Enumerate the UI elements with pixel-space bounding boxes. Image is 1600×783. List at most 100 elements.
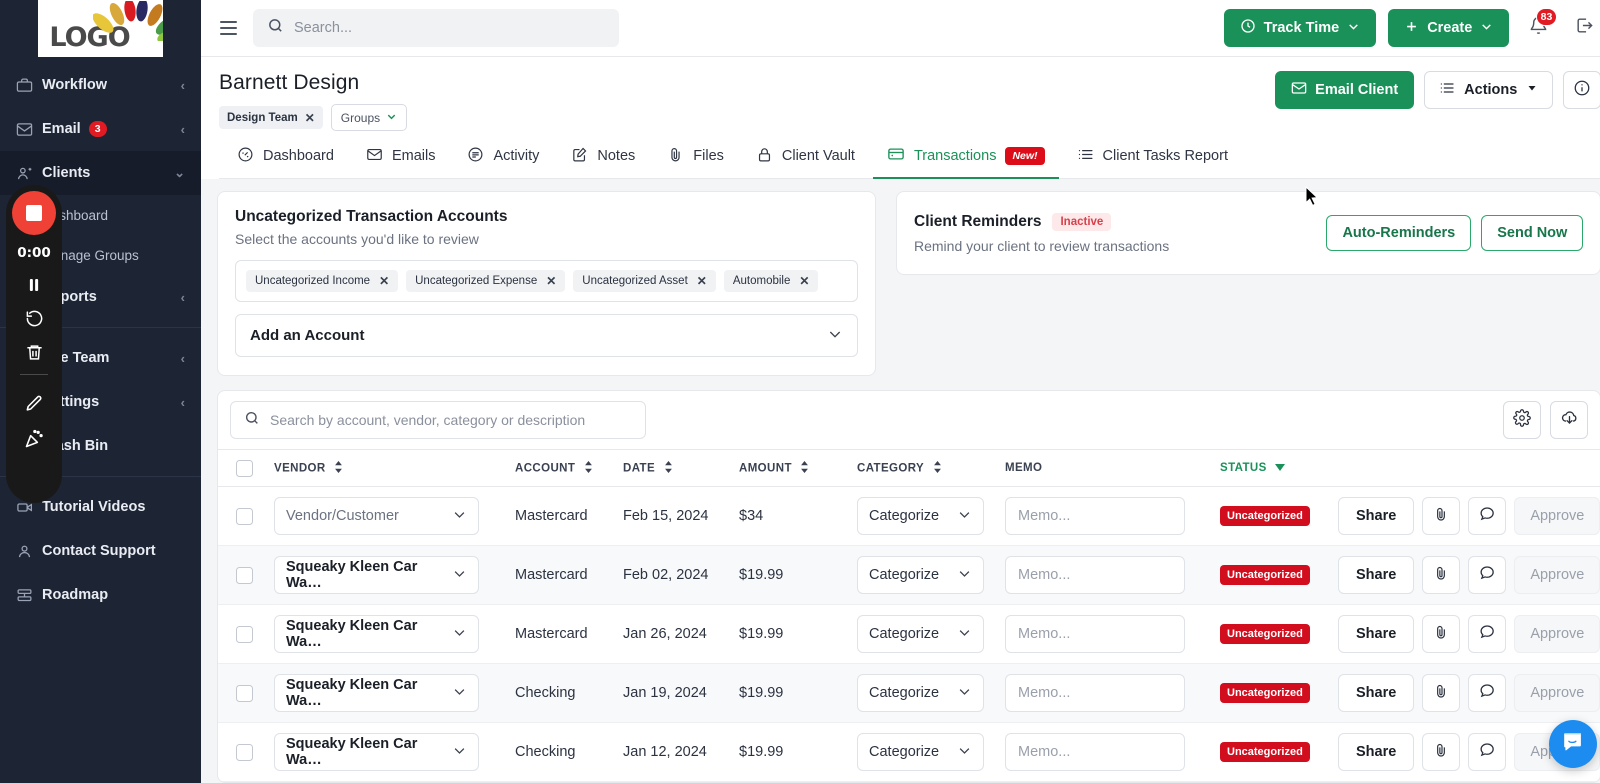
- approve-button[interactable]: Approve: [1514, 556, 1600, 594]
- screen-recorder-widget[interactable]: 0:00: [6, 185, 62, 503]
- sidebar-item-roadmap[interactable]: Roadmap: [0, 573, 201, 617]
- category-select[interactable]: Categorize: [857, 674, 984, 712]
- memo-input[interactable]: [1005, 497, 1185, 535]
- restart-recording-button[interactable]: [25, 309, 44, 328]
- column-account[interactable]: ACCOUNT: [515, 460, 623, 476]
- approve-button[interactable]: Approve: [1514, 497, 1600, 535]
- share-button[interactable]: Share: [1338, 615, 1415, 653]
- table-row[interactable]: Squeaky Kleen Car Wa… Checking Jan 12, 2…: [218, 723, 1600, 782]
- row-checkbox[interactable]: [235, 566, 253, 584]
- account-token[interactable]: Uncategorized Asset ✕: [573, 270, 716, 292]
- comment-button[interactable]: [1468, 674, 1507, 712]
- category-select[interactable]: Categorize: [857, 615, 984, 653]
- memo-input[interactable]: [1005, 556, 1185, 594]
- close-icon[interactable]: ✕: [379, 274, 389, 288]
- vendor-select[interactable]: Squeaky Kleen Car Wa…: [274, 615, 479, 653]
- track-time-button[interactable]: Track Time: [1223, 9, 1377, 47]
- delete-recording-button[interactable]: [25, 343, 44, 362]
- select-all-checkbox[interactable]: [235, 459, 253, 477]
- tab-client-tasks-report[interactable]: Client Tasks Report: [1063, 145, 1242, 178]
- info-button[interactable]: [1563, 71, 1600, 109]
- row-checkbox[interactable]: [235, 625, 253, 643]
- attach-button[interactable]: [1422, 733, 1461, 771]
- tab-dashboard[interactable]: Dashboard: [223, 145, 348, 178]
- comment-button[interactable]: [1468, 497, 1507, 535]
- pause-recording-button[interactable]: [25, 276, 43, 294]
- table-search[interactable]: [230, 401, 646, 439]
- tab-transactions[interactable]: Transactions New!: [872, 145, 1059, 179]
- vendor-select[interactable]: Squeaky Kleen Car Wa…: [274, 556, 479, 594]
- sidebar-item-contact-support[interactable]: Contact Support: [0, 529, 201, 573]
- row-checkbox[interactable]: [235, 684, 253, 702]
- tab-emails[interactable]: Emails: [352, 145, 450, 178]
- table-row[interactable]: Squeaky Kleen Car Wa… Checking Jan 19, 2…: [218, 664, 1600, 723]
- attach-button[interactable]: [1422, 674, 1461, 712]
- auto-reminders-button[interactable]: Auto-Reminders: [1326, 215, 1472, 251]
- column-date[interactable]: DATE: [623, 460, 739, 476]
- approve-button[interactable]: Approve: [1514, 615, 1600, 653]
- column-amount[interactable]: AMOUNT: [739, 460, 857, 476]
- close-icon[interactable]: ✕: [305, 111, 315, 125]
- create-button[interactable]: Create: [1388, 9, 1510, 47]
- tab-client-vault[interactable]: Client Vault: [742, 145, 869, 178]
- table-settings-button[interactable]: [1503, 401, 1542, 439]
- share-button[interactable]: Share: [1338, 497, 1415, 535]
- chip-design-team[interactable]: Design Team ✕: [219, 106, 323, 129]
- attach-button[interactable]: [1422, 497, 1461, 535]
- add-account-select[interactable]: Add an Account: [235, 314, 858, 357]
- download-button[interactable]: [1550, 401, 1589, 439]
- stop-recording-button[interactable]: [12, 191, 56, 235]
- comment-button[interactable]: [1468, 556, 1507, 594]
- category-select[interactable]: Categorize: [857, 556, 984, 594]
- tab-notes[interactable]: Notes: [557, 145, 649, 178]
- global-search[interactable]: [253, 9, 619, 47]
- category-select[interactable]: Categorize: [857, 497, 984, 535]
- category-select[interactable]: Categorize: [857, 733, 984, 771]
- account-token[interactable]: Uncategorized Expense ✕: [406, 270, 566, 292]
- table-row[interactable]: Squeaky Kleen Car Wa… Mastercard Jan 26,…: [218, 605, 1600, 664]
- approve-button[interactable]: Approve: [1514, 674, 1600, 712]
- sidebar-item-email[interactable]: Email 3 ‹: [0, 107, 201, 151]
- comment-button[interactable]: [1468, 733, 1507, 771]
- tab-activity[interactable]: Activity: [453, 145, 553, 178]
- draw-annotation-button[interactable]: [24, 394, 44, 414]
- notifications-button[interactable]: 83: [1521, 8, 1558, 45]
- vendor-select[interactable]: Squeaky Kleen Car Wa…: [274, 674, 479, 712]
- logout-button[interactable]: [1567, 11, 1600, 45]
- menu-toggle-icon[interactable]: [211, 11, 245, 45]
- close-icon[interactable]: ✕: [799, 274, 809, 288]
- chat-launcher-button[interactable]: [1549, 720, 1598, 768]
- vendor-select[interactable]: Vendor/Customer: [274, 497, 479, 535]
- row-checkbox[interactable]: [235, 743, 253, 761]
- account-tokens[interactable]: Uncategorized Income ✕ Uncategorized Exp…: [235, 260, 858, 302]
- row-checkbox[interactable]: [235, 507, 253, 525]
- account-token[interactable]: Automobile ✕: [723, 270, 819, 292]
- effects-button[interactable]: [24, 429, 44, 449]
- groups-dropdown[interactable]: Groups: [330, 104, 408, 131]
- comment-button[interactable]: [1468, 615, 1507, 653]
- memo-input[interactable]: [1005, 615, 1185, 653]
- column-status[interactable]: STATUS: [1220, 462, 1338, 474]
- memo-input[interactable]: [1005, 733, 1185, 771]
- share-button[interactable]: Share: [1338, 733, 1415, 771]
- column-vendor[interactable]: VENDOR: [270, 460, 515, 476]
- column-category[interactable]: CATEGORY: [857, 460, 1005, 476]
- actions-button[interactable]: Actions: [1424, 71, 1554, 109]
- table-row[interactable]: Squeaky Kleen Car Wa… Mastercard Feb 02,…: [218, 546, 1600, 605]
- vendor-select[interactable]: Squeaky Kleen Car Wa…: [274, 733, 479, 771]
- search-input[interactable]: [294, 20, 605, 36]
- share-button[interactable]: Share: [1338, 674, 1415, 712]
- close-icon[interactable]: ✕: [546, 274, 556, 288]
- logo[interactable]: LOGO: [0, 0, 201, 57]
- tab-files[interactable]: Files: [653, 145, 738, 178]
- share-button[interactable]: Share: [1338, 556, 1415, 594]
- send-now-button[interactable]: Send Now: [1481, 215, 1584, 251]
- table-row[interactable]: Vendor/Customer Mastercard Feb 15, 2024 …: [218, 487, 1600, 546]
- table-search-input[interactable]: [270, 412, 632, 428]
- memo-input[interactable]: [1005, 674, 1185, 712]
- attach-button[interactable]: [1422, 556, 1461, 594]
- attach-button[interactable]: [1422, 615, 1461, 653]
- email-client-button[interactable]: Email Client: [1275, 71, 1415, 109]
- account-token[interactable]: Uncategorized Income ✕: [246, 270, 399, 292]
- close-icon[interactable]: ✕: [697, 274, 707, 288]
